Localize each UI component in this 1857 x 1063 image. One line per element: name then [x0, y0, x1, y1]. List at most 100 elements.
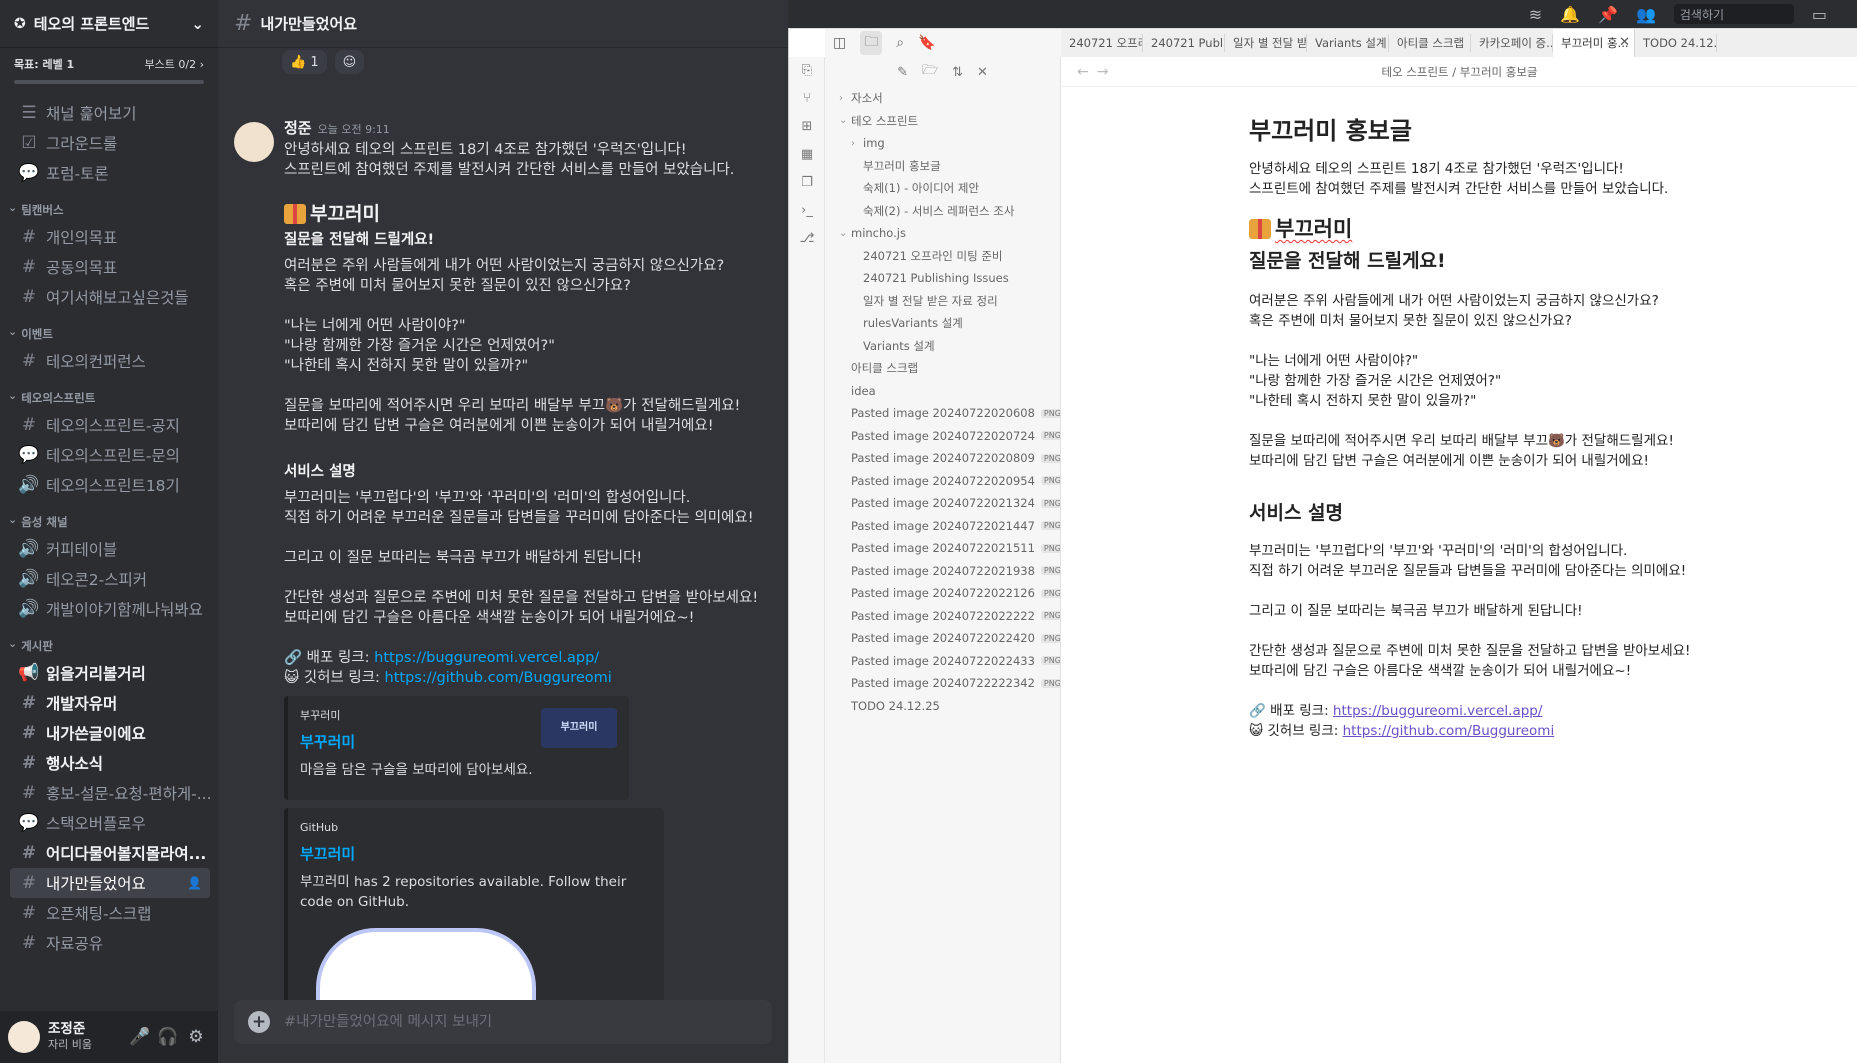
file-item[interactable]: TODO 24.12.25 — [835, 695, 1060, 718]
user-avatar[interactable] — [8, 1021, 40, 1053]
channel-item[interactable]: # 개인의목표 — [10, 222, 210, 252]
channel-item[interactable]: # 어디다물어볼지몰라여... — [10, 838, 210, 868]
channel-item[interactable]: # 내가쓴글이에요 — [10, 718, 210, 748]
threads-icon[interactable]: ≋ — [1529, 5, 1542, 24]
channel-item[interactable]: 🔊 개발이야기함께나눠봐요 — [10, 594, 210, 624]
pin-icon[interactable]: 📌 — [1598, 5, 1618, 24]
folder-item[interactable]: › img — [835, 132, 1060, 155]
canvas-icon[interactable]: ⊞ — [789, 113, 825, 141]
sidebar-toggle-icon[interactable]: ◫ — [833, 35, 846, 51]
channel-category[interactable]: 테오의스프린트 — [0, 376, 218, 410]
file-item[interactable]: rulesVariants 설계 — [835, 312, 1060, 335]
channel-item[interactable]: ☰ 채널 훑어보기 — [10, 98, 210, 128]
channel-item[interactable]: # 개발자유머 — [10, 688, 210, 718]
channel-item[interactable]: 💬 포럼-토론 — [10, 158, 210, 188]
channel-item[interactable]: # 여기서해보고싶은것들 — [10, 282, 210, 312]
note-deploy-link[interactable]: https://buggureomi.vercel.app/ — [1333, 703, 1543, 719]
channel-item[interactable]: # 행사소식 — [10, 748, 210, 778]
bell-icon[interactable]: 🔔 — [1560, 5, 1580, 24]
attachment-item[interactable]: Pasted image 20240722020608 PNG — [835, 402, 1060, 425]
channel-category[interactable]: 이벤트 — [0, 312, 218, 346]
channel-item[interactable]: # 홍보-설문-요청-편하게-... — [10, 778, 210, 808]
channel-item[interactable]: 📢 읽을거리볼거리 — [10, 658, 210, 688]
file-item[interactable]: 숙제(2) - 서비스 레퍼런스 조사 — [835, 200, 1060, 223]
nav-arrows[interactable]: ←→ — [1061, 64, 1121, 80]
channel-category[interactable]: 게시판 — [0, 624, 218, 658]
file-item[interactable]: 아티클 스크랩 — [835, 357, 1060, 380]
note-github-link[interactable]: https://github.com/Buggureomi — [1343, 723, 1555, 739]
search-input[interactable]: 검색하기 — [1673, 4, 1794, 24]
github-link[interactable]: https://github.com/Buggureomi — [385, 670, 612, 686]
file-item[interactable]: 240721 Publishing Issues — [835, 267, 1060, 290]
channel-category[interactable]: 팀캔버스 — [0, 188, 218, 222]
plus-icon[interactable]: + — [248, 1011, 270, 1033]
server-header[interactable]: ✪ 테오의 프론트엔드 ⌄ — [0, 0, 218, 48]
file-item[interactable]: Variants 설계 — [835, 335, 1060, 358]
members-icon[interactable]: 👥 — [1636, 5, 1656, 24]
channel-item[interactable]: # 내가만들었어요 👤 — [10, 868, 210, 898]
headphones-icon[interactable]: 🎧 — [154, 1027, 182, 1047]
new-note-icon[interactable]: ✎ — [897, 65, 908, 80]
author-name[interactable]: 정준 — [284, 119, 312, 137]
folder-item[interactable]: › 자소서 — [835, 87, 1060, 110]
note-tab[interactable]: 일자 별 전달 받... — [1225, 34, 1307, 52]
channel-item[interactable]: # 공동의목표 — [10, 252, 210, 282]
add-member-icon[interactable]: 👤 — [187, 876, 202, 890]
open-note-icon[interactable]: ⎘ — [789, 57, 825, 85]
channel-item[interactable]: 💬 스택오버플로우 — [10, 808, 210, 838]
embed-thumbnail[interactable]: 부끄러미 — [541, 708, 617, 748]
note-tab[interactable]: TODO 24.12.25 — [1635, 34, 1717, 52]
collapse-icon[interactable]: ✕ — [977, 65, 988, 80]
attachment-item[interactable]: Pasted image 20240722022420 PNG — [835, 627, 1060, 650]
folder-item[interactable]: ⌄ 테오 스프린트 — [835, 110, 1060, 133]
note-tab[interactable]: 아티클 스크랩 — [1389, 34, 1471, 52]
channel-item[interactable]: 💬 테오의스프린트-문의 — [10, 440, 210, 470]
attachment-item[interactable]: Pasted image 20240722021938 PNG — [835, 560, 1060, 583]
note-tab[interactable]: 240721 오프라... — [1061, 34, 1143, 52]
mute-mic-icon[interactable]: 🎤 — [126, 1027, 154, 1047]
author-avatar[interactable] — [234, 122, 274, 162]
note-tab[interactable]: 카카오페이 증... — [1471, 34, 1553, 52]
add-reaction-button[interactable]: ☺ — [334, 50, 365, 74]
inbox-icon[interactable]: ▭ — [1812, 5, 1827, 24]
channel-item[interactable]: # 테오의스프린트-공지 — [10, 410, 210, 440]
channel-item[interactable]: # 테오의컨퍼런스 — [10, 346, 210, 376]
bookmark-icon[interactable]: 🔖 — [918, 35, 935, 51]
graph-icon[interactable]: ⑂ — [789, 85, 825, 113]
copy-icon[interactable]: ❐ — [789, 169, 825, 197]
calendar-icon[interactable]: ▦ — [789, 141, 825, 169]
file-item[interactable]: idea — [835, 380, 1060, 403]
message-input[interactable] — [284, 1014, 758, 1030]
sort-icon[interactable]: ⇅ — [952, 65, 963, 80]
attachment-item[interactable]: Pasted image 20240722222342 PNG — [835, 672, 1060, 695]
git-icon[interactable]: ⎇ — [789, 225, 825, 253]
attachment-item[interactable]: Pasted image 20240722021324 PNG — [835, 492, 1060, 515]
chevron-down-icon[interactable]: ⌄ — [191, 15, 204, 33]
channel-item[interactable]: 🔊 테오콘2-스피커 — [10, 564, 210, 594]
file-item[interactable]: 숙제(1) - 아이디어 제안 — [835, 177, 1060, 200]
folder-icon[interactable]: 🗀 — [860, 31, 883, 55]
channel-item[interactable]: # 자료공유 — [10, 928, 210, 958]
note-tab[interactable]: 240721 Publishi... — [1143, 34, 1225, 52]
close-icon[interactable]: ✕ — [1619, 29, 1630, 57]
embed-title[interactable]: 부끄러미 — [300, 844, 652, 864]
attachment-item[interactable]: Pasted image 20240722020954 PNG — [835, 470, 1060, 493]
deploy-link[interactable]: https://buggureomi.vercel.app/ — [374, 650, 599, 666]
attachment-item[interactable]: Pasted image 20240722020724 PNG — [835, 425, 1060, 448]
channel-item[interactable]: 🔊 커피테이블 — [10, 534, 210, 564]
attachment-item[interactable]: Pasted image 20240722020809 PNG — [835, 447, 1060, 470]
file-item[interactable]: 일자 별 전달 받은 자료 정리 — [835, 290, 1060, 313]
channel-item[interactable]: 🔊 테오의스프린트18기 — [10, 470, 210, 500]
terminal-icon[interactable]: ›_ — [789, 197, 825, 225]
attachment-item[interactable]: Pasted image 20240722022126 PNG — [835, 582, 1060, 605]
attachment-item[interactable]: Pasted image 20240722021447 PNG — [835, 515, 1060, 538]
gear-icon[interactable]: ⚙ — [182, 1027, 210, 1047]
folder-item[interactable]: ⌄ mincho.js — [835, 222, 1060, 245]
attachment-item[interactable]: Pasted image 20240722022222 PNG — [835, 605, 1060, 628]
file-item[interactable]: 부끄러미 홍보글 — [835, 155, 1060, 178]
channel-item[interactable]: ☑ 그라운드룰 — [10, 128, 210, 158]
channel-category[interactable]: 음성 채널 — [0, 500, 218, 534]
attachment-item[interactable]: Pasted image 20240722022433 PNG — [835, 650, 1060, 673]
file-item[interactable]: 240721 오프라인 미팅 준비 — [835, 245, 1060, 268]
attachment-item[interactable]: Pasted image 20240722021511 PNG — [835, 537, 1060, 560]
